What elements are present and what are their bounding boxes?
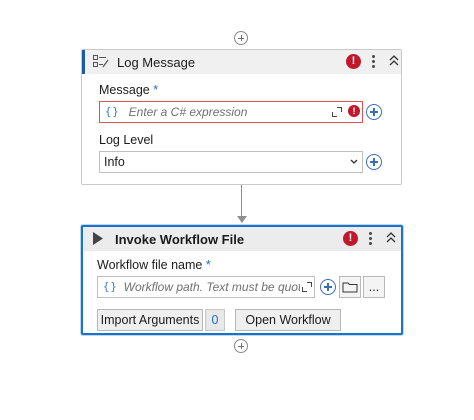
expand-editor-icon[interactable]	[332, 107, 342, 117]
connector-arrow-icon	[236, 216, 247, 223]
workflow-file-label: Workflow file name *	[97, 258, 211, 272]
expression-brace-icon: {}	[105, 106, 120, 118]
log-level-value: Info	[104, 155, 125, 169]
message-placeholder: Enter a C# expression	[128, 105, 248, 119]
collapse-icon[interactable]	[385, 232, 397, 246]
expand-editor-icon[interactable]	[302, 282, 312, 292]
workflow-file-placeholder: Workflow path. Text must be quote	[123, 280, 300, 294]
add-activity-icon[interactable]	[234, 339, 248, 353]
more-options-icon[interactable]	[368, 231, 374, 247]
add-activity-icon[interactable]	[234, 31, 248, 45]
log-message-activity[interactable]: Log Message ! Message * {} Enter a C# ex…	[81, 49, 402, 185]
folder-icon	[342, 282, 358, 293]
required-mark: *	[205, 258, 211, 272]
more-options-icon[interactable]	[371, 54, 377, 70]
required-mark: *	[153, 83, 159, 97]
log-level-select[interactable]: Info	[99, 151, 363, 173]
workflow-file-add-icon[interactable]	[320, 279, 336, 295]
message-label: Message *	[99, 83, 158, 97]
error-icon[interactable]: !	[346, 54, 361, 69]
argument-count-badge: 0	[205, 309, 225, 331]
play-icon	[93, 232, 103, 245]
activity-title: Log Message	[117, 55, 196, 70]
browse-folder-button[interactable]	[339, 276, 361, 298]
message-input[interactable]: {} Enter a C# expression !	[99, 101, 363, 123]
workflow-file-input[interactable]: {} Workflow path. Text must be quote	[97, 276, 315, 298]
message-label-text: Message	[99, 83, 150, 97]
error-icon[interactable]: !	[343, 231, 358, 246]
message-add-icon[interactable]	[366, 104, 382, 120]
invoke-workflow-header[interactable]: Invoke Workflow File !	[83, 227, 401, 251]
log-message-header[interactable]: Log Message !	[82, 50, 401, 74]
more-browse-button[interactable]: ...	[363, 276, 385, 298]
collapse-icon[interactable]	[388, 55, 400, 69]
log-message-icon	[93, 55, 109, 68]
open-workflow-button[interactable]: Open Workflow	[235, 309, 341, 331]
import-arguments-button[interactable]: Import Arguments	[97, 309, 203, 331]
activity-title: Invoke Workflow File	[115, 232, 245, 247]
log-level-add-icon[interactable]	[366, 154, 382, 170]
log-level-label: Log Level	[99, 133, 154, 147]
field-error-icon: !	[348, 105, 360, 117]
workflow-file-label-text: Workflow file name	[97, 258, 203, 272]
invoke-workflow-activity[interactable]: Invoke Workflow File ! Workflow file nam…	[81, 225, 403, 335]
expression-brace-icon: {}	[103, 281, 118, 293]
connector-line	[241, 185, 242, 217]
chevron-down-icon	[350, 159, 358, 164]
